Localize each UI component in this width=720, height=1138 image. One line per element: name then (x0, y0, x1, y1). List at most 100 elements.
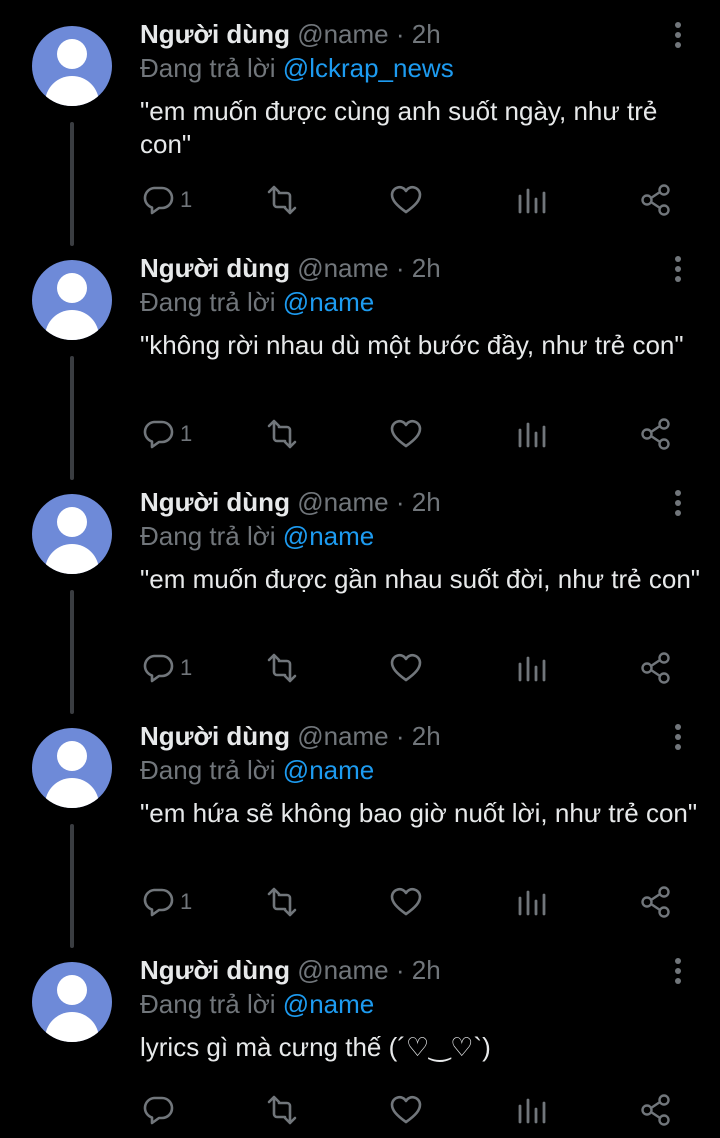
timestamp[interactable]: 2h (412, 253, 441, 283)
more-icon[interactable] (666, 254, 690, 284)
like-button[interactable] (388, 1092, 424, 1128)
reply-count: 1 (180, 421, 193, 446)
more-icon[interactable] (666, 722, 690, 752)
user-handle[interactable]: @name (297, 955, 388, 985)
tweet-header: Người dùng @name · 2h (140, 18, 441, 50)
action-bar: 1 (0, 416, 720, 452)
share-icon (638, 1092, 674, 1128)
share-icon (638, 650, 674, 686)
more-icon[interactable] (666, 956, 690, 986)
reply-button[interactable]: 1 (140, 182, 200, 218)
analytics-icon (514, 650, 550, 686)
replying-to-mention[interactable]: @name (283, 989, 374, 1019)
avatar[interactable] (32, 728, 112, 808)
avatar[interactable] (32, 26, 112, 106)
heart-icon (388, 650, 424, 686)
timestamp[interactable]: 2h (412, 487, 441, 517)
analytics-icon (514, 884, 550, 920)
reply-button[interactable]: 1 (140, 650, 200, 686)
separator-dot: · (395, 253, 405, 283)
action-bar: 1 (0, 182, 720, 218)
tweet[interactable]: Người dùng @name · 2h Đang trả lời @name… (0, 936, 720, 1138)
replying-to: Đang trả lời @name (140, 988, 374, 1020)
reply-button[interactable]: 1 (140, 884, 200, 920)
reply-count: 1 (180, 655, 193, 680)
tweet-text: "em hứa sẽ không bao giờ nuốt lời, như t… (140, 798, 698, 828)
share-button[interactable] (638, 884, 674, 920)
like-button[interactable] (388, 650, 424, 686)
replying-to-label: Đang trả lời (140, 53, 276, 83)
display-name[interactable]: Người dùng (140, 253, 290, 283)
replying-to: Đang trả lời @lckrap_news (140, 52, 454, 84)
replying-to-label: Đang trả lời (140, 521, 276, 551)
like-button[interactable] (388, 884, 424, 920)
display-name[interactable]: Người dùng (140, 19, 290, 49)
retweet-icon (262, 1092, 302, 1128)
user-handle[interactable]: @name (297, 253, 388, 283)
analytics-icon (514, 182, 550, 218)
replying-to-mention[interactable]: @name (283, 521, 374, 551)
tweet[interactable]: Người dùng @name · 2h Đang trả lời @name… (0, 702, 720, 948)
share-button[interactable] (638, 416, 674, 452)
avatar[interactable] (32, 962, 112, 1042)
share-icon (638, 182, 674, 218)
more-icon[interactable] (666, 488, 690, 518)
tweet-text: "em muốn được cùng anh suốt ngày, như tr… (140, 96, 658, 159)
tweet[interactable]: Người dùng @name · 2h Đang trả lời @name… (0, 468, 720, 714)
reply-thread-feed: Người dùng @name · 2h Đang trả lời @lckr… (0, 0, 720, 1138)
share-button[interactable] (638, 182, 674, 218)
user-handle[interactable]: @name (297, 19, 388, 49)
heart-icon (388, 1092, 424, 1128)
share-icon (638, 416, 674, 452)
views-button[interactable] (514, 1092, 550, 1128)
replying-to-mention[interactable]: @name (283, 755, 374, 785)
retweet-button[interactable] (262, 884, 302, 920)
share-button[interactable] (638, 1092, 674, 1128)
avatar[interactable] (32, 260, 112, 340)
replying-to-label: Đang trả lời (140, 287, 276, 317)
retweet-icon (262, 416, 302, 452)
retweet-button[interactable] (262, 416, 302, 452)
views-button[interactable] (514, 650, 550, 686)
user-handle[interactable]: @name (297, 721, 388, 751)
share-icon (638, 884, 674, 920)
retweet-button[interactable] (262, 1092, 302, 1128)
action-bar: 1 (0, 650, 720, 686)
tweet-header: Người dùng @name · 2h (140, 486, 441, 518)
retweet-button[interactable] (262, 650, 302, 686)
display-name[interactable]: Người dùng (140, 487, 290, 517)
replying-to-mention[interactable]: @lckrap_news (283, 53, 454, 83)
retweet-button[interactable] (262, 182, 302, 218)
like-button[interactable] (388, 416, 424, 452)
views-button[interactable] (514, 182, 550, 218)
replying-to: Đang trả lời @name (140, 754, 374, 786)
action-bar (0, 1092, 720, 1128)
timestamp[interactable]: 2h (412, 955, 441, 985)
user-handle[interactable]: @name (297, 487, 388, 517)
display-name[interactable]: Người dùng (140, 721, 290, 751)
share-button[interactable] (638, 650, 674, 686)
views-button[interactable] (514, 884, 550, 920)
replying-to: Đang trả lời @name (140, 520, 374, 552)
reply-button[interactable] (140, 1092, 200, 1128)
tweet-header: Người dùng @name · 2h (140, 954, 441, 986)
replying-to-mention[interactable]: @name (283, 287, 374, 317)
avatar[interactable] (32, 494, 112, 574)
timestamp[interactable]: 2h (412, 721, 441, 751)
reply-count: 1 (180, 889, 193, 914)
tweet[interactable]: Người dùng @name · 2h Đang trả lời @name… (0, 234, 720, 480)
analytics-icon (514, 416, 550, 452)
separator-dot: · (395, 955, 405, 985)
more-icon[interactable] (666, 20, 690, 50)
tweet-header: Người dùng @name · 2h (140, 252, 441, 284)
retweet-icon (262, 182, 302, 218)
tweet-header: Người dùng @name · 2h (140, 720, 441, 752)
like-button[interactable] (388, 182, 424, 218)
tweet[interactable]: Người dùng @name · 2h Đang trả lời @lckr… (0, 0, 720, 246)
display-name[interactable]: Người dùng (140, 955, 290, 985)
views-button[interactable] (514, 416, 550, 452)
timestamp[interactable]: 2h (412, 19, 441, 49)
reply-button[interactable]: 1 (140, 416, 200, 452)
replying-to-label: Đang trả lời (140, 755, 276, 785)
replying-to: Đang trả lời @name (140, 286, 374, 318)
